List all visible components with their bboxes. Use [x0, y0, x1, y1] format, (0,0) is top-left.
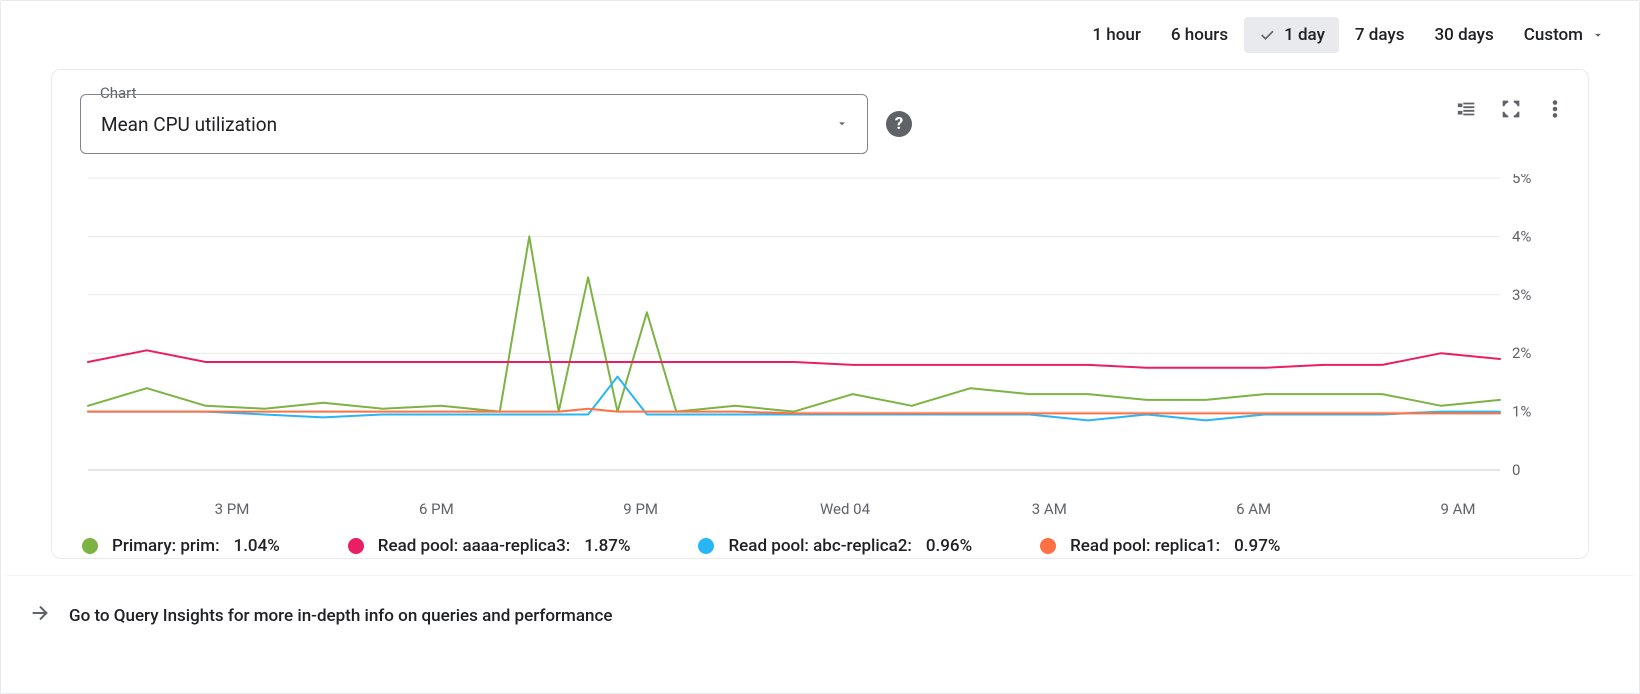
time-range-label: 7 days: [1355, 25, 1405, 45]
legend-color-dot: [1040, 538, 1056, 554]
time-range-label: 30 days: [1435, 25, 1494, 45]
time-range-label: 1 day: [1284, 25, 1325, 45]
x-tick-label: Wed 04: [805, 500, 885, 518]
footer-link-text: Go to Query Insights for more in-depth i…: [69, 606, 612, 626]
chart-card-actions: [1456, 98, 1566, 120]
time-range-option[interactable]: 6 hours: [1157, 17, 1242, 53]
time-range-option[interactable]: 1 day: [1244, 17, 1339, 53]
legend-item[interactable]: Read pool: replica1: 0.97%: [1040, 536, 1280, 556]
legend-label: Read pool: aaaa-replica3:: [378, 536, 570, 556]
more-options-icon[interactable]: [1544, 98, 1566, 120]
query-insights-link[interactable]: Go to Query Insights for more in-depth i…: [7, 575, 1633, 649]
time-range-custom-label: Custom: [1524, 25, 1583, 45]
x-tick-label: 9 AM: [1418, 500, 1498, 518]
time-range-label: 6 hours: [1171, 25, 1228, 45]
x-tick-label: 9 PM: [601, 500, 681, 518]
chevron-down-icon: [1591, 28, 1605, 42]
monitoring-page: 1 hour 6 hours 1 day 7 days 30 days Custom Ch…: [0, 0, 1640, 694]
time-range-option[interactable]: 1 hour: [1078, 17, 1154, 53]
legend-value: 1.04%: [234, 536, 280, 556]
arrow-right-icon: [29, 602, 51, 629]
legend-label: Primary: prim:: [112, 536, 220, 556]
chart-select-field[interactable]: Mean CPU utilization: [80, 94, 868, 154]
chart-card: Chart Mean CPU utilization ?: [51, 69, 1589, 559]
legend-toggle-icon[interactable]: [1456, 98, 1478, 120]
fullscreen-icon[interactable]: [1500, 98, 1522, 120]
legend-value: 1.87%: [584, 536, 630, 556]
help-icon[interactable]: ?: [886, 111, 912, 137]
time-range-selector: 1 hour 6 hours 1 day 7 days 30 days Custom: [7, 7, 1633, 61]
legend-item[interactable]: Read pool: aaaa-replica3: 1.87%: [348, 536, 631, 556]
x-tick-label: 6 AM: [1214, 500, 1294, 518]
check-icon: [1258, 26, 1276, 44]
chevron-down-icon: [835, 113, 849, 136]
legend-label: Read pool: abc-replica2:: [728, 536, 911, 556]
legend-color-dot: [82, 538, 98, 554]
chart-svg: 0 1% 2% 3% 4% 5%: [80, 174, 1560, 494]
time-range-label: 1 hour: [1092, 25, 1140, 45]
legend-item[interactable]: Read pool: abc-replica2: 0.96%: [698, 536, 972, 556]
legend-color-dot: [698, 538, 714, 554]
chart-select-value: Mean CPU utilization: [101, 113, 277, 136]
svg-text:1%: 1%: [1512, 403, 1531, 421]
chart-x-axis-ticks: 3 PM 6 PM 9 PM Wed 04 3 AM 6 AM 9 AM: [192, 500, 1498, 518]
svg-text:4%: 4%: [1512, 227, 1531, 245]
x-tick-label: 3 AM: [1009, 500, 1089, 518]
svg-text:5%: 5%: [1512, 174, 1531, 187]
chart-card-header: Chart Mean CPU utilization ?: [52, 70, 1588, 154]
x-tick-label: 3 PM: [192, 500, 272, 518]
x-tick-label: 6 PM: [396, 500, 476, 518]
time-range-option[interactable]: 30 days: [1421, 17, 1508, 53]
svg-text:2%: 2%: [1512, 344, 1531, 362]
legend-value: 0.96%: [926, 536, 972, 556]
svg-text:0: 0: [1512, 461, 1520, 479]
time-range-custom[interactable]: Custom: [1510, 17, 1609, 53]
time-range-option[interactable]: 7 days: [1341, 17, 1419, 53]
legend-value: 0.97%: [1234, 536, 1280, 556]
legend-item[interactable]: Primary: prim: 1.04%: [82, 536, 280, 556]
chart-type-select[interactable]: Chart Mean CPU utilization: [80, 94, 868, 154]
chart-plot[interactable]: 0 1% 2% 3% 4% 5%: [80, 174, 1560, 494]
chart-legend: Primary: prim: 1.04% Read pool: aaaa-repli…: [52, 518, 1588, 578]
legend-label: Read pool: replica1:: [1070, 536, 1220, 556]
svg-text:3%: 3%: [1512, 286, 1531, 304]
legend-color-dot: [348, 538, 364, 554]
